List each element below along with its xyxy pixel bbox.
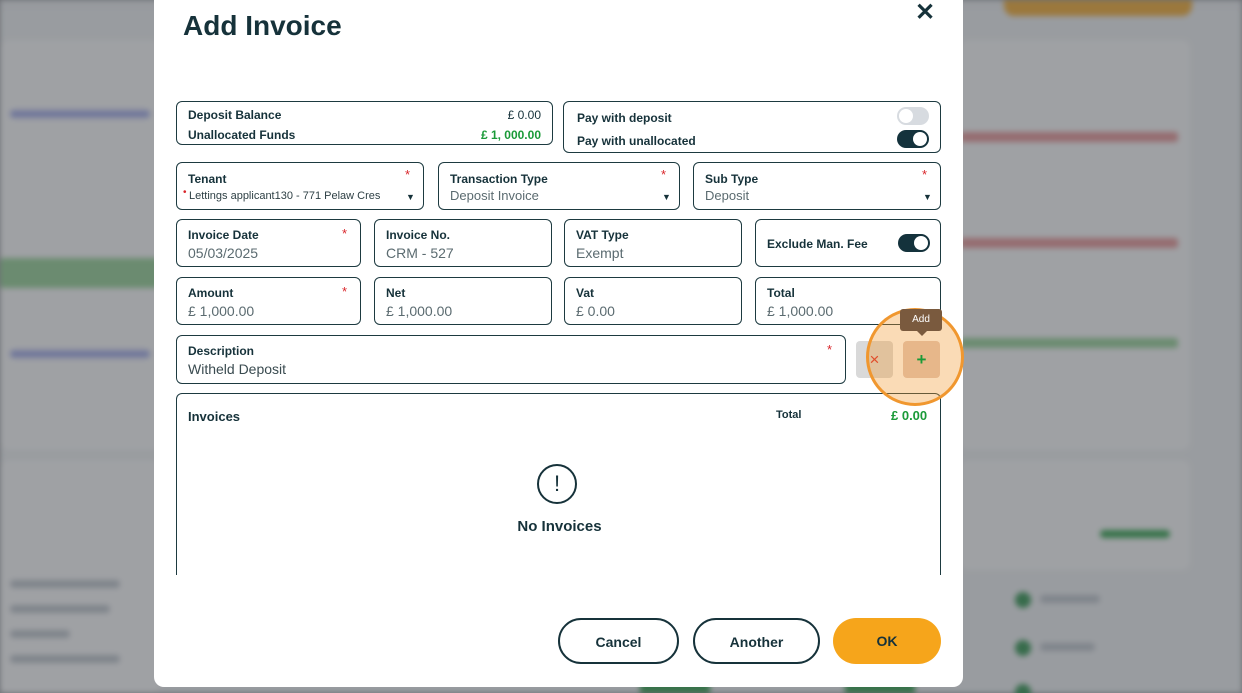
net-field[interactable]: Net £ 1,000.00 bbox=[374, 277, 552, 325]
required-marker: * bbox=[405, 167, 411, 182]
modal-title: Add Invoice bbox=[183, 10, 342, 41]
chevron-down-icon: ▼ bbox=[406, 192, 415, 202]
amount-field[interactable]: Amount * £ 1,000.00 bbox=[176, 277, 361, 325]
vat-field[interactable]: Vat £ 0.00 bbox=[564, 277, 742, 325]
cancel-button[interactable]: Cancel bbox=[558, 618, 679, 664]
description-field[interactable]: Description * Witheld Deposit bbox=[176, 335, 846, 384]
invoice-date-label: Invoice Date bbox=[188, 228, 259, 242]
deposit-balance-label: Deposit Balance bbox=[188, 108, 282, 122]
vat-type-value: Exempt bbox=[576, 245, 624, 261]
total-label: Total bbox=[767, 286, 795, 300]
tenant-value: Lettings applicant130 - 771 Pelaw Cres bbox=[189, 190, 381, 202]
description-label: Description bbox=[188, 344, 255, 358]
ok-button[interactable]: OK bbox=[833, 618, 941, 664]
chevron-down-icon: ▼ bbox=[662, 192, 671, 202]
required-marker: • bbox=[183, 187, 187, 198]
deposit-balance-value: £ 0.00 bbox=[507, 108, 541, 122]
exclude-man-fee-label: Exclude Man. Fee bbox=[767, 237, 868, 251]
vat-label: Vat bbox=[576, 286, 595, 300]
vat-type-label: VAT Type bbox=[576, 228, 629, 242]
vat-type-field[interactable]: VAT Type Exempt bbox=[564, 219, 742, 267]
required-marker: * bbox=[342, 284, 348, 299]
invoices-panel: Invoices Total £ 0.00 ! No Invoices bbox=[176, 393, 941, 575]
required-marker: * bbox=[342, 226, 348, 241]
pay-with-deposit-label: Pay with deposit bbox=[577, 111, 672, 125]
transaction-type-value: Deposit Invoice bbox=[450, 188, 539, 203]
unallocated-funds-label: Unallocated Funds bbox=[188, 128, 296, 142]
unallocated-funds-value: £ 1, 000.00 bbox=[480, 128, 541, 142]
close-icon[interactable]: ✕ bbox=[914, 1, 936, 25]
transaction-type-label: Transaction Type bbox=[450, 172, 548, 186]
transaction-type-select[interactable]: Transaction Type * Deposit Invoice ▼ bbox=[438, 162, 680, 210]
invoice-date-field[interactable]: Invoice Date * 05/03/2025 bbox=[176, 219, 361, 267]
total-value: £ 1,000.00 bbox=[767, 303, 834, 319]
add-invoice-modal: Add Invoice ✕ Deposit Balance £ 0.00 Una… bbox=[154, 0, 963, 687]
tenant-select[interactable]: Tenant * • Lettings applicant130 - 771 P… bbox=[176, 162, 424, 210]
warning-icon: ! bbox=[537, 464, 577, 504]
balances-box: Deposit Balance £ 0.00 Unallocated Funds… bbox=[176, 101, 553, 145]
pay-with-unallocated-label: Pay with unallocated bbox=[577, 134, 696, 148]
invoices-total-label: Total bbox=[776, 409, 802, 421]
vat-value: £ 0.00 bbox=[576, 303, 615, 319]
invoice-date-value: 05/03/2025 bbox=[188, 245, 259, 261]
tenant-label: Tenant bbox=[188, 172, 227, 186]
invoice-number-label: Invoice No. bbox=[386, 228, 451, 242]
required-marker: * bbox=[661, 167, 667, 182]
pay-with-deposit-toggle[interactable] bbox=[897, 107, 929, 125]
no-invoices-text: No Invoices bbox=[517, 518, 602, 535]
another-button[interactable]: Another bbox=[693, 618, 820, 664]
sub-type-value: Deposit bbox=[705, 188, 750, 203]
net-value: £ 1,000.00 bbox=[386, 303, 453, 319]
add-button[interactable]: + bbox=[903, 341, 940, 378]
invoices-total-value: £ 0.00 bbox=[891, 408, 928, 423]
pay-with-box: Pay with deposit Pay with unallocated bbox=[563, 101, 941, 153]
required-marker: * bbox=[827, 342, 833, 357]
add-tooltip: Add bbox=[900, 309, 942, 336]
invoice-number-value: CRM - 527 bbox=[386, 245, 454, 261]
invoice-number-field[interactable]: Invoice No. CRM - 527 bbox=[374, 219, 552, 267]
exclude-man-fee-toggle[interactable] bbox=[898, 234, 930, 252]
sub-type-select[interactable]: Sub Type * Deposit ▼ bbox=[693, 162, 941, 210]
invoices-title: Invoices bbox=[188, 409, 241, 424]
amount-label: Amount bbox=[188, 286, 234, 300]
pay-with-unallocated-toggle[interactable] bbox=[897, 130, 929, 148]
chevron-down-icon: ▼ bbox=[923, 192, 932, 202]
sub-type-label: Sub Type bbox=[705, 172, 759, 186]
exclude-man-fee-box: Exclude Man. Fee bbox=[755, 219, 941, 267]
amount-value: £ 1,000.00 bbox=[188, 303, 255, 319]
required-marker: * bbox=[922, 167, 928, 182]
net-label: Net bbox=[386, 286, 406, 300]
description-value: Witheld Deposit bbox=[188, 361, 287, 377]
